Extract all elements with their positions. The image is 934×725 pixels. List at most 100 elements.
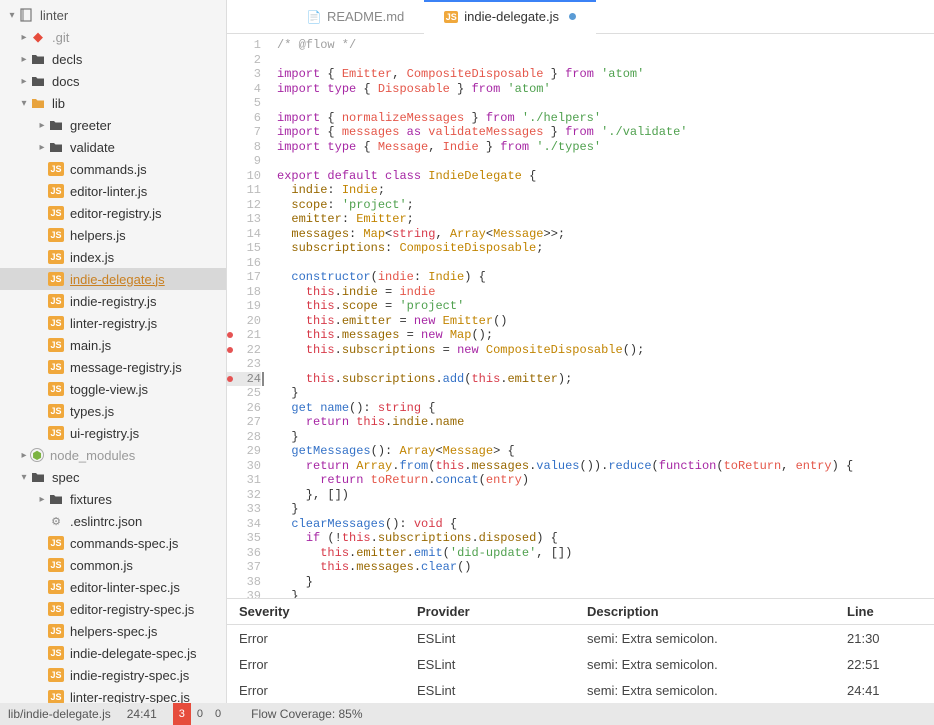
code-line[interactable]: import { Emitter, CompositeDisposable } … (277, 67, 934, 82)
file-tree-sidebar[interactable]: ▾ linter ▸◆.git▸decls▸docs▾lib▸greeter▸v… (0, 0, 227, 703)
status-cursor-position[interactable]: 24:41 (111, 707, 157, 721)
tree-item-node-modules[interactable]: ▸⬢node_modules (0, 444, 226, 466)
tree-item-greeter[interactable]: ▸greeter (0, 114, 226, 136)
gutter-line[interactable]: 16 (227, 256, 261, 271)
code-line[interactable]: this.messages.clear() (277, 560, 934, 575)
code-line[interactable]: import type { Disposable } from 'atom' (277, 82, 934, 97)
code-line[interactable]: if (!this.subscriptions.disposed) { (277, 531, 934, 546)
gutter-line[interactable]: 35 (227, 531, 261, 546)
code-line[interactable] (277, 96, 934, 111)
gutter-line[interactable]: 25 (227, 386, 261, 401)
gutter-line[interactable]: 2 (227, 53, 261, 68)
tree-item-commands-spec-js[interactable]: JScommands-spec.js (0, 532, 226, 554)
code-line[interactable]: import { messages as validateMessages } … (277, 125, 934, 140)
gutter-line[interactable]: 27 (227, 415, 261, 430)
tree-item-fixtures[interactable]: ▸fixtures (0, 488, 226, 510)
diagnostic-row[interactable]: ErrorESLintsemi: Extra semicolon.21:30 (227, 625, 934, 651)
code-line[interactable]: }, []) (277, 488, 934, 503)
code-line[interactable] (277, 357, 934, 372)
tree-item--eslintrc-json[interactable]: ⚙.eslintrc.json (0, 510, 226, 532)
code-line[interactable]: subscriptions: CompositeDisposable; (277, 241, 934, 256)
tree-item-helpers-spec-js[interactable]: JShelpers-spec.js (0, 620, 226, 642)
code-line[interactable]: clearMessages(): void { (277, 517, 934, 532)
code-line[interactable] (277, 256, 934, 271)
gutter-line[interactable]: 32 (227, 488, 261, 503)
tree-item-validate[interactable]: ▸validate (0, 136, 226, 158)
code-line[interactable]: this.indie = indie (277, 285, 934, 300)
code-line[interactable]: messages: Map<string, Array<Message>>; (277, 227, 934, 242)
code-line[interactable]: this.emitter = new Emitter() (277, 314, 934, 329)
tree-item-types-js[interactable]: JStypes.js (0, 400, 226, 422)
tree-item-main-js[interactable]: JSmain.js (0, 334, 226, 356)
gutter-line[interactable]: 21 (227, 328, 261, 343)
gutter-line[interactable]: 6 (227, 111, 261, 126)
line-gutter[interactable]: 1234567891011121314151617181920212223242… (227, 34, 267, 598)
gutter-line[interactable]: 37 (227, 560, 261, 575)
code-line[interactable]: this.scope = 'project' (277, 299, 934, 314)
gutter-line[interactable]: 22 (227, 343, 261, 358)
gutter-line[interactable]: 15 (227, 241, 261, 256)
code-line[interactable]: return toReturn.concat(entry) (277, 473, 934, 488)
gutter-line[interactable]: 34 (227, 517, 261, 532)
tree-item-docs[interactable]: ▸docs (0, 70, 226, 92)
gutter-line[interactable]: 5 (227, 96, 261, 111)
tree-item-editor-linter-spec-js[interactable]: JSeditor-linter-spec.js (0, 576, 226, 598)
tree-item-indie-registry-spec-js[interactable]: JSindie-registry-spec.js (0, 664, 226, 686)
gutter-line[interactable]: 14 (227, 227, 261, 242)
status-file-path[interactable]: lib/indie-delegate.js (0, 707, 111, 721)
status-info-count[interactable]: 0 (209, 703, 227, 725)
col-header-severity[interactable]: Severity (227, 604, 417, 619)
tab-indie-delegate-js[interactable]: JSindie-delegate.js (424, 0, 596, 33)
code-line[interactable]: export default class IndieDelegate { (277, 169, 934, 184)
tree-item-indie-registry-js[interactable]: JSindie-registry.js (0, 290, 226, 312)
gutter-line[interactable]: 28 (227, 430, 261, 445)
gutter-line[interactable]: 8 (227, 140, 261, 155)
code-line[interactable]: return Array.from(this.messages.values()… (277, 459, 934, 474)
tree-root[interactable]: ▾ linter (0, 4, 226, 26)
gutter-line[interactable]: 38 (227, 575, 261, 590)
tree-item-toggle-view-js[interactable]: JStoggle-view.js (0, 378, 226, 400)
gutter-line[interactable]: 11 (227, 183, 261, 198)
tree-item--git[interactable]: ▸◆.git (0, 26, 226, 48)
code-line[interactable] (277, 53, 934, 68)
tree-item-lib[interactable]: ▾lib (0, 92, 226, 114)
gutter-line[interactable]: 23 (227, 357, 261, 372)
code-line[interactable] (277, 154, 934, 169)
code-line[interactable]: indie: Indie; (277, 183, 934, 198)
code-line[interactable]: } (277, 575, 934, 590)
code-line[interactable]: this.emitter.emit('did-update', []) (277, 546, 934, 561)
code-line[interactable]: this.subscriptions = new CompositeDispos… (277, 343, 934, 358)
code-line[interactable]: get name(): string { (277, 401, 934, 416)
code-line[interactable]: /* @flow */ (277, 38, 934, 53)
status-flow-coverage[interactable]: Flow Coverage: 85% (227, 707, 362, 721)
code-line[interactable]: this.subscriptions.add(this.emitter); (277, 372, 934, 387)
code-line[interactable]: return this.indie.name (277, 415, 934, 430)
gutter-line[interactable]: 39 (227, 589, 261, 598)
code-content[interactable]: /* @flow */ import { Emitter, CompositeDi… (267, 34, 934, 598)
code-line[interactable]: getMessages(): Array<Message> { (277, 444, 934, 459)
code-line[interactable]: } (277, 386, 934, 401)
gutter-line[interactable]: 31 (227, 473, 261, 488)
gutter-line[interactable]: 10 (227, 169, 261, 184)
gutter-line[interactable]: 13 (227, 212, 261, 227)
gutter-line[interactable]: 20 (227, 314, 261, 329)
tree-item-ui-registry-js[interactable]: JSui-registry.js (0, 422, 226, 444)
gutter-line[interactable]: 19 (227, 299, 261, 314)
tree-item-indie-delegate-spec-js[interactable]: JSindie-delegate-spec.js (0, 642, 226, 664)
code-line[interactable]: emitter: Emitter; (277, 212, 934, 227)
status-warning-count[interactable]: 0 (191, 703, 209, 725)
tree-item-index-js[interactable]: JSindex.js (0, 246, 226, 268)
tree-item-editor-registry-spec-js[interactable]: JSeditor-registry-spec.js (0, 598, 226, 620)
tab-readme-md[interactable]: 📄README.md (287, 0, 424, 33)
gutter-line[interactable]: 36 (227, 546, 261, 561)
tree-item-decls[interactable]: ▸decls (0, 48, 226, 70)
tree-item-editor-linter-js[interactable]: JSeditor-linter.js (0, 180, 226, 202)
gutter-line[interactable]: 18 (227, 285, 261, 300)
gutter-line[interactable]: 17 (227, 270, 261, 285)
code-line[interactable]: } (277, 502, 934, 517)
gutter-line[interactable]: 26 (227, 401, 261, 416)
gutter-line[interactable]: 29 (227, 444, 261, 459)
gutter-line[interactable]: 3 (227, 67, 261, 82)
diagnostic-row[interactable]: ErrorESLintsemi: Extra semicolon.24:41 (227, 677, 934, 703)
tree-item-linter-registry-spec-js[interactable]: JSlinter-registry-spec.js (0, 686, 226, 703)
